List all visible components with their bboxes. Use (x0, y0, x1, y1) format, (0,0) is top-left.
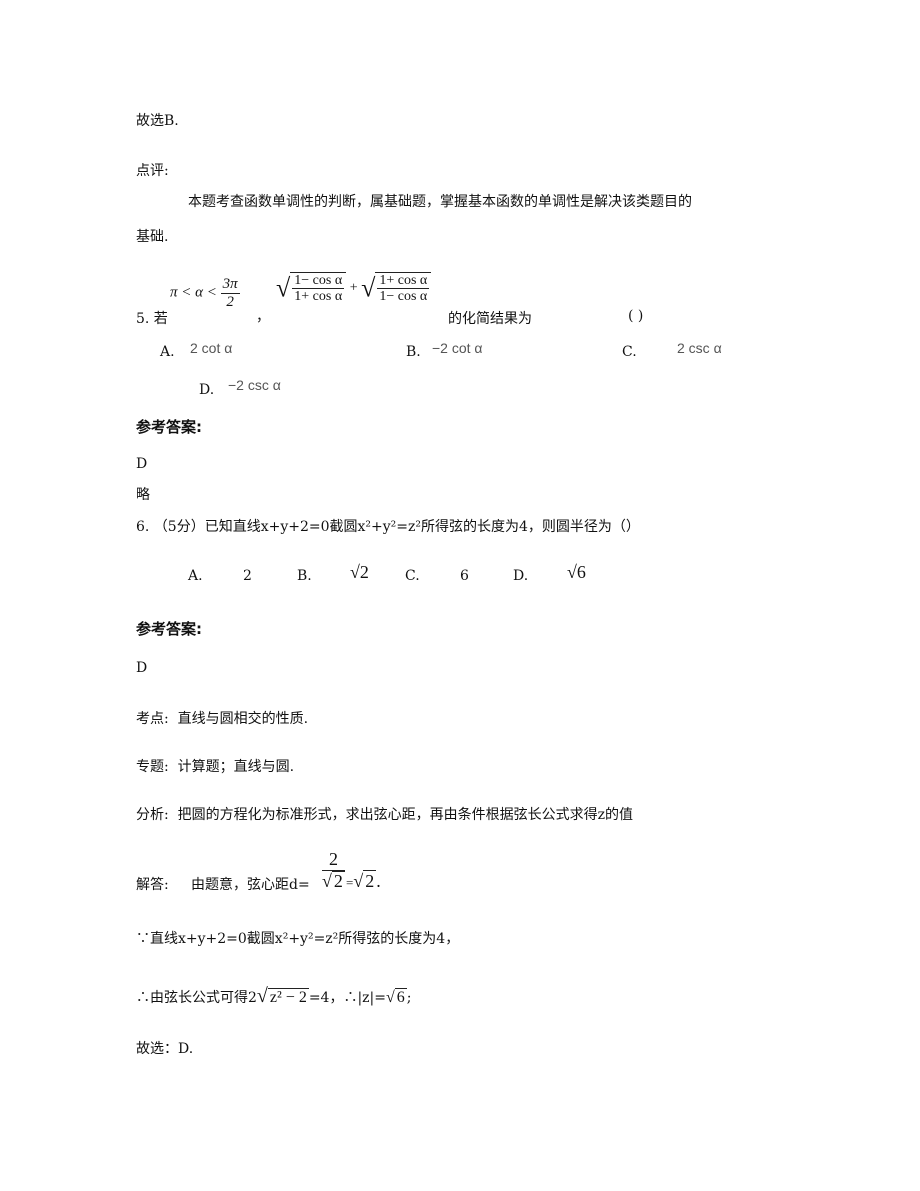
q6-option-b-value: √2 (350, 562, 369, 582)
q6-stem: 6. （5分）已知直线x+y+2=0截圆x²+y²=z²所得弦的长度为4，则圆半… (136, 516, 640, 536)
q5-answer-heading: 参考答案: (136, 418, 202, 436)
q6-jieda-prefix: 由题意，弦心距d= (191, 877, 310, 893)
fenxi-label: 分析: (136, 807, 169, 823)
fenxi-text: 把圆的方程化为标准形式，求出弦心距，再由条件根据弦长公式求得z的值 (177, 807, 633, 823)
q6-option-c-label: C. (405, 568, 420, 584)
q5-condition-lhs: π < α < (170, 284, 217, 301)
jieda-frac-num: 2 (322, 849, 345, 871)
plus-sign: + (349, 280, 358, 296)
zhuanti-label: 专题: (136, 759, 169, 775)
kaodian-label: 考点: (136, 711, 169, 727)
q6-jieda-label: 解答: (136, 877, 169, 893)
q5-option-d-value: −2 csc α (228, 377, 281, 393)
q6-option-d-label: D. (513, 568, 529, 584)
q6-option-d-value: √6 (567, 562, 586, 582)
therefore-radicand: z² − 2 (267, 988, 309, 1006)
q6-option-a-value: 2 (243, 568, 252, 584)
q5-number: 5. 若 (136, 311, 168, 327)
term1-numerator: 1− cos α (292, 273, 345, 290)
q6-because-line: ∵直线x+y+2=0截圆x²+y²=z²所得弦的长度为4， (136, 931, 460, 947)
comment-text-line2: 基础. (136, 229, 169, 245)
q6-final: 故选：D. (136, 1041, 194, 1057)
kaodian-text: 直线与圆相交的性质. (177, 711, 309, 727)
q5-condition-fraction: 3π 2 (220, 276, 240, 310)
q6-option-b-label: B. (297, 568, 312, 584)
q6-stem-circle: x²+y²=z² (357, 519, 422, 535)
q5-option-a-label: A. (160, 344, 175, 360)
q6-zhuanti: 专题: 计算题；直线与圆. (136, 756, 294, 776)
therefore-mid: =4，∴|z|= (308, 990, 387, 1006)
comment-label: 点评: (136, 163, 169, 179)
q6-jieda-fraction: 2 √ 2 (322, 849, 345, 892)
q6-option-a-label: A. (188, 568, 203, 584)
q5-condition: π < α < 3π 2 (170, 276, 240, 310)
q6-jieda-result: =√ 2. (346, 870, 381, 891)
jieda-end: . (376, 871, 381, 891)
therefore-radicand-2: 6 (394, 988, 407, 1006)
term2-denominator: 1− cos α (379, 289, 428, 305)
q5-condition-num: 3π (220, 276, 240, 294)
q6-stem-suffix: 所得弦的长度为4，则圆半径为（） (421, 519, 640, 535)
q5-option-c-label: C. (622, 344, 637, 360)
q5-comma: ， (256, 309, 270, 325)
jieda-frac-den-radicand: 2 (331, 870, 345, 891)
q5-option-b-value: −2 cot α (432, 340, 483, 356)
comment-text-line1: 本题考查函数单调性的判断，属基础题，掌握基本函数的单调性是解决该类题目的 (188, 194, 692, 210)
sqrt-term-2: √ 1+ cos α 1− cos α (361, 272, 432, 305)
jieda-result-radicand: 2 (363, 870, 377, 891)
q5-option-c-value: 2 csc α (677, 340, 722, 356)
q6-stem-prefix: 6. （5分）已知直线x+y+2=0截圆 (136, 519, 358, 535)
q5-option-b-label: B. (406, 344, 421, 360)
jieda-equals: = (346, 875, 354, 890)
q6-answer-heading: 参考答案: (136, 620, 202, 638)
therefore-prefix: ∴由弦长公式可得2 (136, 990, 257, 1006)
term1-denominator: 1+ cos α (294, 289, 343, 305)
q6-answer: D (136, 660, 148, 676)
therefore-end: ; (406, 990, 412, 1006)
q5-condition-den: 2 (226, 293, 234, 310)
q5-option-a-value: 2 cot α (190, 340, 233, 356)
q5-answer: D (136, 456, 148, 472)
q6-option-c-value: 6 (460, 568, 469, 584)
q5-expression: √ 1− cos α 1+ cos α + √ 1+ cos α 1− cos α (276, 272, 432, 305)
jieda-frac-den: √ 2 (322, 870, 345, 891)
q5-suffix: 的化简结果为 (448, 311, 532, 327)
q6-therefore-line: ∴由弦长公式可得2√ z² − 2 =4，∴|z|=√ 6; (136, 985, 412, 1007)
sqrt-term-1: √ 1− cos α 1+ cos α (276, 272, 347, 305)
prev-answer-line: 故选B. (136, 113, 179, 129)
term2-numerator: 1+ cos α (377, 273, 430, 290)
q6-fenxi: 分析: 把圆的方程化为标准形式，求出弦心距，再由条件根据弦长公式求得z的值 (136, 804, 633, 824)
q6-kaodian: 考点: 直线与圆相交的性质. (136, 708, 308, 728)
q5-note: 略 (136, 487, 150, 503)
q5-blank: ( ) (628, 308, 644, 324)
zhuanti-text: 计算题；直线与圆. (177, 759, 295, 775)
q5-option-d-label: D. (199, 382, 215, 398)
